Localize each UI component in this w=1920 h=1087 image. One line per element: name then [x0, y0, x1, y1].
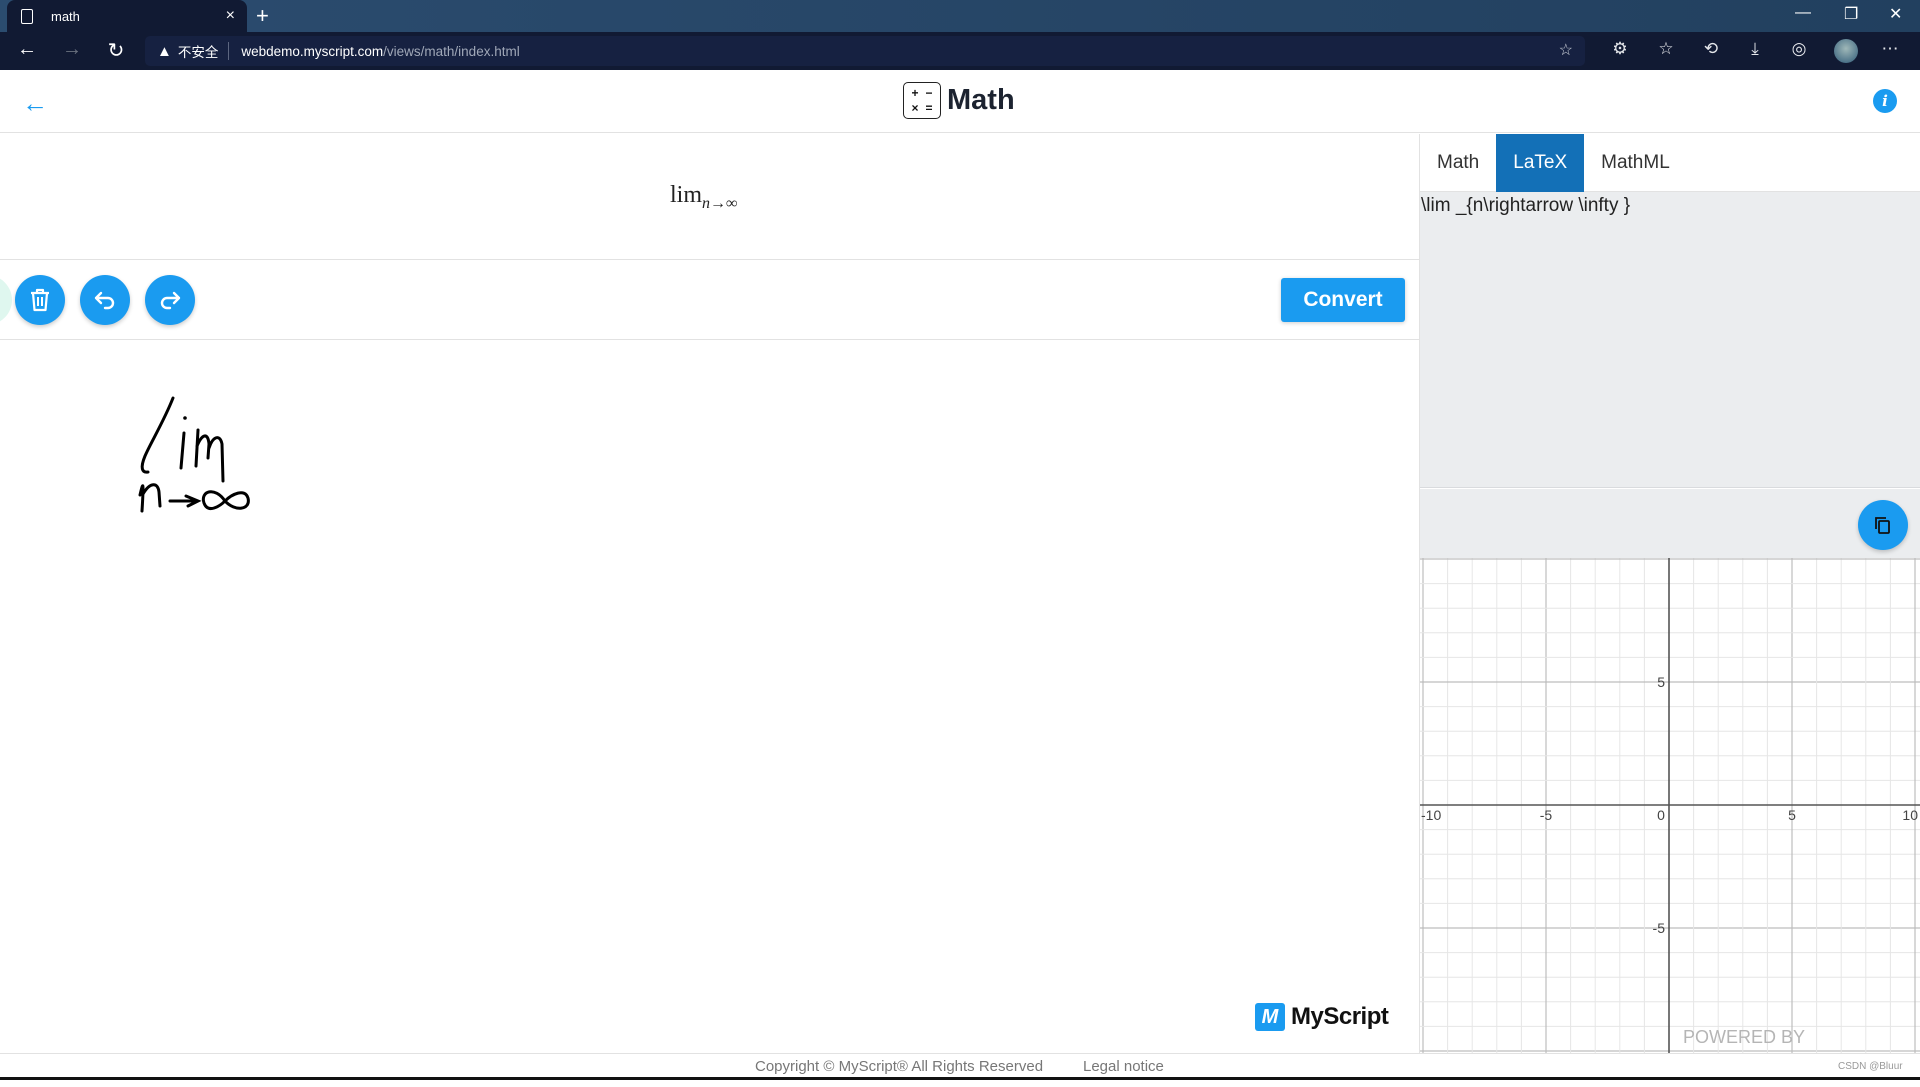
y-tick-label: 5 [1657, 674, 1665, 690]
downloads-icon[interactable]: ⤓ [1743, 39, 1767, 59]
latex-code: \lim _{n\rightarrow \infty } [1421, 195, 1631, 216]
app-brand: + − × = Math [903, 82, 1015, 119]
new-tab-button[interactable]: + [256, 3, 269, 29]
expression-subscript: n→∞ [702, 194, 738, 212]
favorites-icon[interactable]: ☆ [1654, 39, 1678, 59]
page-title: Math [947, 84, 1015, 116]
hidden-button[interactable] [0, 275, 12, 325]
expression-base: lim [670, 182, 703, 208]
add-favorite-icon[interactable]: ☆ [1559, 40, 1573, 60]
minimize-button[interactable]: — [1795, 4, 1811, 22]
x-tick-label: -10 [1421, 807, 1441, 823]
editor-toolbar [0, 260, 1419, 340]
close-tab-icon[interactable]: × [226, 7, 235, 25]
copy-area [1420, 489, 1920, 558]
latex-output[interactable]: \lim _{n\rightarrow \infty } [1420, 192, 1920, 488]
back-icon[interactable]: ← [14, 38, 40, 61]
warning-icon: ▲ [157, 42, 172, 60]
extensions-icon[interactable]: ⚙ [1608, 39, 1632, 59]
myscript-logo[interactable]: M MyScript [1255, 1003, 1389, 1031]
insecure-label[interactable]: 不安全 [178, 41, 219, 61]
calculator-logo-icon: + − × = [903, 82, 941, 119]
app-header: ← + − × = Math [0, 70, 1920, 133]
history-icon[interactable]: ⟲ [1699, 39, 1723, 59]
trash-icon [31, 288, 49, 312]
browser-tab[interactable]: math × [7, 0, 247, 32]
clear-button[interactable] [15, 275, 65, 325]
screenshot-icon[interactable]: ◎ [1787, 39, 1811, 59]
address-bar[interactable]: ▲ 不安全 webdemo.myscript.com/views/math/in… [145, 36, 1585, 66]
equals-symbol: = [925, 100, 933, 115]
copy-button[interactable] [1858, 500, 1908, 550]
info-icon[interactable]: i [1873, 89, 1897, 113]
y-tick-label: -5 [1653, 920, 1666, 936]
tab-title: math [51, 8, 80, 24]
x-tick-label: 10 [1902, 807, 1918, 823]
tab-mathml[interactable]: MathML [1584, 134, 1687, 192]
more-icon[interactable]: ⋯ [1878, 39, 1902, 59]
browser-toolbar: ← → ↻ ▲ 不安全 webdemo.myscript.com/views/m… [0, 32, 1920, 70]
forward-icon[interactable]: → [59, 38, 85, 61]
myscript-wordmark: MyScript [1291, 1003, 1389, 1030]
legal-notice-link[interactable]: Legal notice [1083, 1058, 1164, 1075]
powered-by-label: POWERED BY [1683, 1027, 1805, 1047]
copyright-text: Copyright © MyScript® All Rights Reserve… [755, 1058, 1044, 1075]
stroke-arrow [168, 494, 202, 508]
redo-icon [160, 291, 181, 310]
tab-math[interactable]: Math [1420, 134, 1496, 192]
result-display: limn→∞ [0, 134, 1419, 260]
profile-avatar[interactable] [1834, 39, 1858, 63]
tab-latex[interactable]: LaTeX [1496, 134, 1585, 192]
stroke-i-dot [183, 416, 187, 420]
footer: Copyright © MyScript® All Rights Reserve… [0, 1053, 1920, 1077]
browser-titlebar: math × + — ❐ ✕ [0, 0, 1920, 32]
stroke-infinity [201, 490, 250, 510]
handwriting-canvas[interactable] [0, 341, 1419, 1053]
desmos-graph[interactable]: -10 -5 0 5 10 5 -5 [1420, 558, 1920, 1053]
reload-icon[interactable]: ↻ [103, 38, 129, 63]
divider [228, 42, 230, 60]
back-arrow-icon[interactable]: ← [22, 88, 48, 119]
document-icon [21, 8, 33, 24]
x-tick-label: -5 [1540, 807, 1553, 823]
convert-button[interactable]: Convert [1281, 278, 1405, 322]
x-tick-label: 0 [1657, 807, 1665, 823]
stroke-l [140, 396, 175, 474]
watermark: CSDN @Bluur [1838, 1061, 1903, 1072]
stroke-n [138, 483, 162, 513]
x-tick-label: 5 [1788, 807, 1796, 823]
times-symbol: × [911, 100, 919, 115]
plus-symbol: + [911, 86, 919, 100]
copy-icon [1875, 517, 1890, 534]
restore-button[interactable]: ❐ [1844, 4, 1858, 24]
handwriting-strokes [138, 396, 250, 513]
url-path: /views/math/index.html [383, 43, 520, 59]
myscript-mark-icon: M [1255, 1003, 1285, 1031]
minus-symbol: − [925, 86, 933, 100]
close-window-button[interactable]: ✕ [1889, 4, 1902, 24]
graph-svg[interactable]: -10 -5 0 5 10 5 -5 [1420, 558, 1920, 1053]
stroke-m [194, 428, 225, 483]
url-host: webdemo.myscript.com [241, 43, 384, 59]
rendered-expression: limn→∞ [670, 182, 737, 213]
redo-button[interactable] [145, 275, 195, 325]
undo-button[interactable] [80, 275, 130, 325]
output-tabs: Math LaTeX MathML [1420, 134, 1920, 192]
undo-icon [94, 291, 115, 310]
stroke-i [179, 431, 186, 470]
